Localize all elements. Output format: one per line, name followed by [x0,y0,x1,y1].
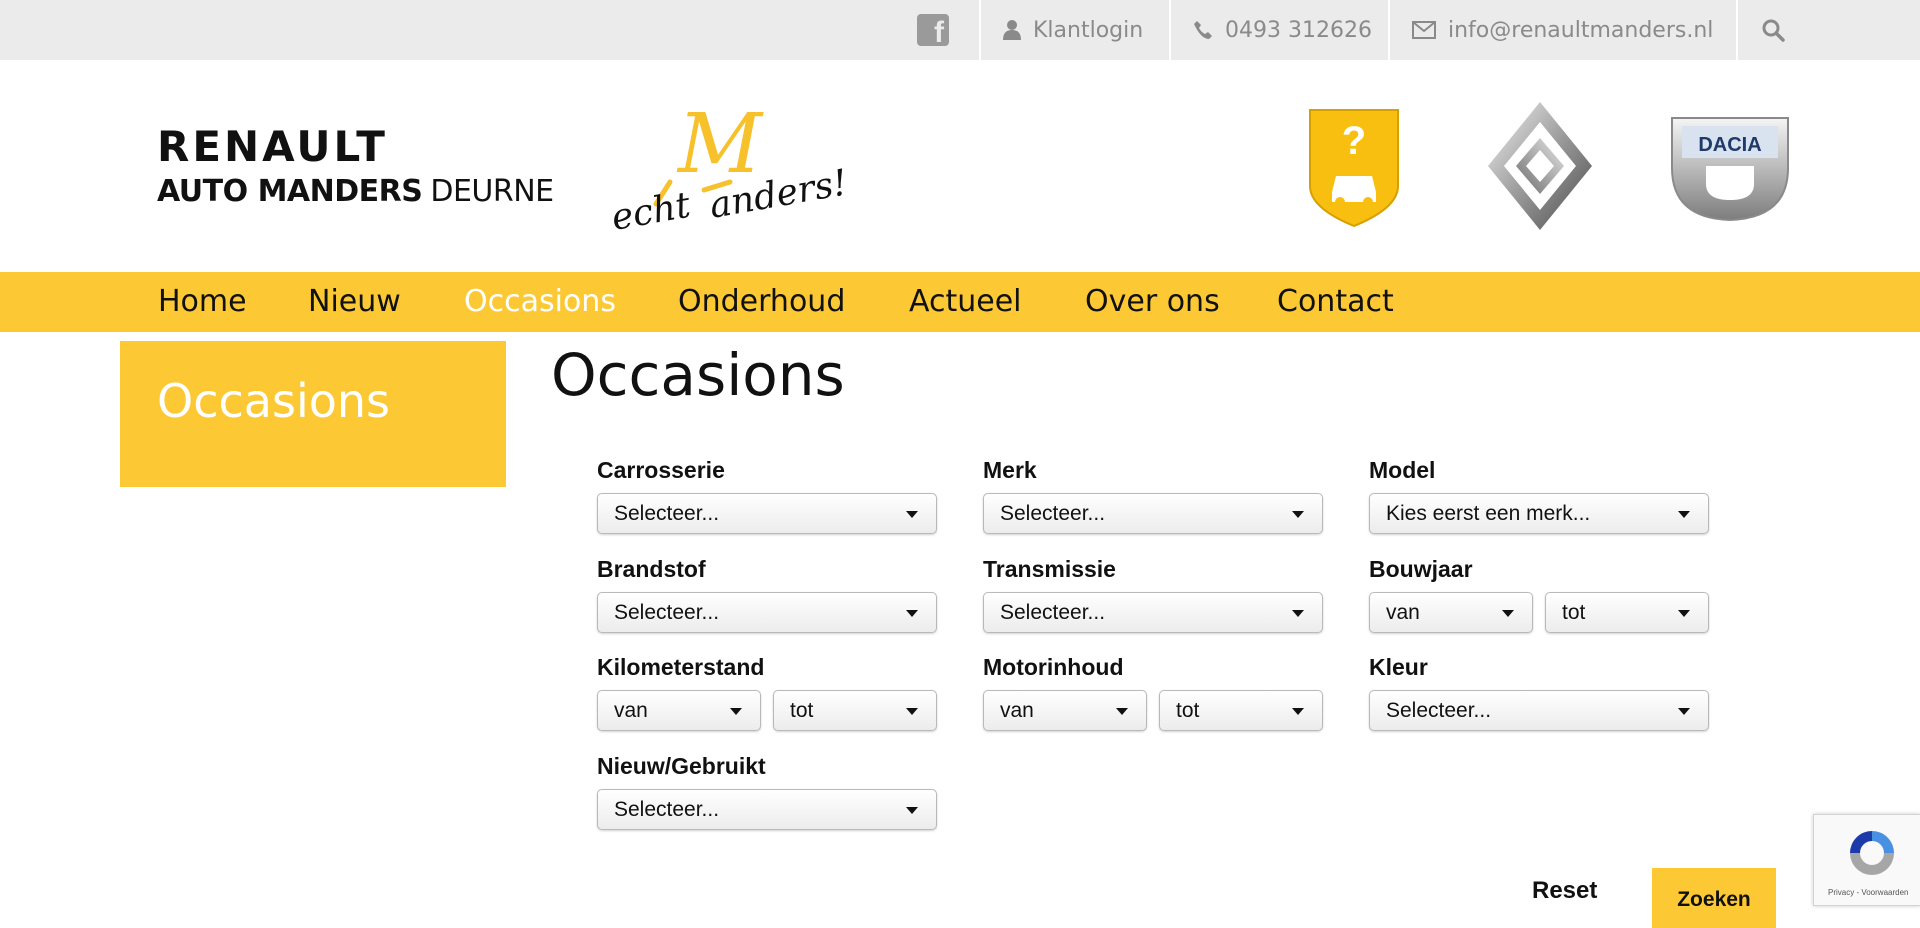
dacia-logo-text: DACIA [1698,134,1761,156]
kilometerstand-label: Kilometerstand [597,654,765,680]
nav-item-actueel[interactable]: Actueel [909,272,1022,332]
reset-button[interactable]: Reset [1532,876,1597,906]
bouwjaar-from-select[interactable]: van [1369,592,1533,633]
carrosserie-label: Carrosserie [597,457,725,483]
chevron-down-icon [1292,610,1304,617]
topbar-divider [1388,0,1390,60]
chevron-down-icon [906,511,918,518]
chevron-down-icon [1678,511,1690,518]
transmissie-label: Transmissie [983,556,1116,582]
slogan-logo: M echt anders! [612,97,851,236]
email-address: info@renaultmanders.nl [1448,17,1714,43]
slogan-echt: echt [612,185,694,236]
nav-item-home[interactable]: Home [158,272,247,332]
model-label: Model [1369,457,1436,483]
page-title: Occasions [551,341,845,409]
kleur-select[interactable]: Selecteer... [1369,690,1709,731]
merk-label: Merk [983,457,1037,483]
brand-location: DEURNE [430,174,554,209]
model-select[interactable]: Kies eerst een merk... [1369,493,1709,534]
facebook-icon: f [917,14,949,48]
help-shield-badge[interactable]: ? [1308,108,1400,228]
facebook-link[interactable]: f [917,0,949,60]
nav-item-over-ons[interactable]: Over ons [1085,272,1220,332]
nav-item-onderhoud[interactable]: Onderhoud [678,272,845,332]
nieuw-gebruikt-value: Selecteer... [614,798,720,821]
topbar-divider [1169,0,1171,60]
search-icon [1762,19,1785,42]
brand-name: AUTO MANDERS [157,174,423,209]
merk-select[interactable]: Selecteer... [983,493,1323,534]
phone-number: 0493 312626 [1225,17,1372,43]
bouwjaar-to-value: tot [1562,601,1586,624]
carrosserie-select[interactable]: Selecteer... [597,493,937,534]
envelope-icon [1412,21,1436,39]
brandstof-select[interactable]: Selecteer... [597,592,937,633]
chevron-down-icon [1678,610,1690,617]
brand-logo-line1[interactable]: RENAULT [157,122,388,172]
svg-text:?: ? [1342,119,1366,163]
login-link[interactable]: Klantlogin [1003,0,1143,60]
chevron-down-icon [730,708,742,715]
kleur-value: Selecteer... [1386,699,1492,722]
kilometerstand-from-select[interactable]: van [597,690,761,731]
chevron-down-icon [1292,708,1304,715]
search-button[interactable] [1761,0,1785,60]
nav-item-nieuw[interactable]: Nieuw [308,272,401,332]
kilometerstand-to-select[interactable]: tot [773,690,937,731]
topbar-divider [979,0,981,60]
email-link[interactable]: info@renaultmanders.nl [1412,0,1713,60]
brandstof-label: Brandstof [597,556,706,582]
chevron-down-icon [906,610,918,617]
renault-logo[interactable] [1486,100,1594,232]
nav-item-occasions[interactable]: Occasions [464,272,616,332]
model-value: Kies eerst een merk... [1386,502,1591,525]
top-utility-bar: f Klantlogin 0493 312626 info@renaultman… [0,0,1920,60]
sidebar-title-block: Occasions [120,341,506,487]
chevron-down-icon [1678,708,1690,715]
nieuw-gebruikt-label: Nieuw/Gebruikt [597,753,766,779]
transmissie-select[interactable]: Selecteer... [983,592,1323,633]
motorinhoud-from-select[interactable]: van [983,690,1147,731]
motorinhoud-label: Motorinhoud [983,654,1124,680]
recaptcha-footer[interactable]: Privacy - Voorwaarden [1828,888,1908,897]
phone-link[interactable]: 0493 312626 [1193,0,1372,60]
kilometerstand-from-value: van [614,699,648,722]
chevron-down-icon [1292,511,1304,518]
phone-icon [1194,21,1212,39]
carrosserie-value: Selecteer... [614,502,720,525]
topbar-divider [1736,0,1738,60]
nav-item-contact[interactable]: Contact [1277,272,1394,332]
bouwjaar-label: Bouwjaar [1369,556,1473,582]
user-icon [1003,20,1021,40]
bouwjaar-from-value: van [1386,601,1420,624]
kilometerstand-to-value: tot [790,699,814,722]
brand-logo-line2[interactable]: AUTO MANDERS DEURNE [157,174,554,210]
kleur-label: Kleur [1369,654,1428,680]
sidebar-title: Occasions [157,374,390,428]
bouwjaar-to-select[interactable]: tot [1545,592,1709,633]
dacia-logo[interactable]: DACIA [1668,114,1792,224]
nieuw-gebruikt-select[interactable]: Selecteer... [597,789,937,830]
motorinhoud-to-select[interactable]: tot [1159,690,1323,731]
search-submit-button[interactable]: Zoeken [1652,868,1776,928]
motorinhoud-from-value: van [1000,699,1034,722]
chevron-down-icon [906,708,918,715]
recaptcha-badge[interactable]: Privacy - Voorwaarden [1813,814,1920,906]
transmissie-value: Selecteer... [1000,601,1106,624]
chevron-down-icon [906,807,918,814]
brandstof-value: Selecteer... [614,601,720,624]
recaptcha-icon [1850,831,1894,875]
main-nav: Home Nieuw Occasions Onderhoud Actueel O… [0,272,1920,332]
chevron-down-icon [1502,610,1514,617]
chevron-down-icon [1116,708,1128,715]
login-label: Klantlogin [1033,17,1144,43]
merk-value: Selecteer... [1000,502,1106,525]
motorinhoud-to-value: tot [1176,699,1200,722]
